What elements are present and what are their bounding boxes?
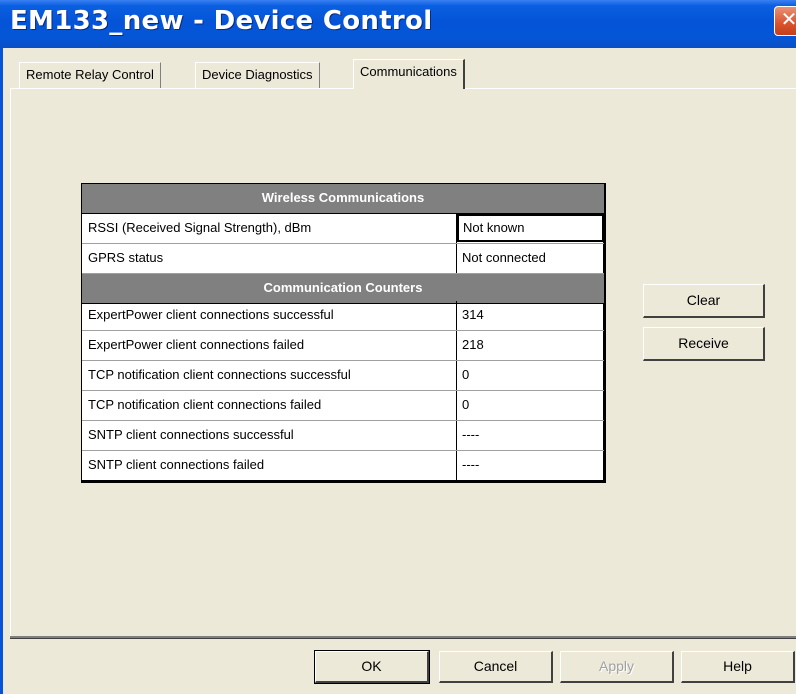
tab-label: Communications [360,64,457,79]
column-divider [456,361,457,390]
grid-row-counter: TCP notification client connections fail… [82,391,604,421]
column-divider [456,331,457,360]
apply-button-label: Apply [598,658,635,674]
ok-button-label: OK [361,658,382,674]
row-label: SNTP client connections successful [88,427,294,442]
grid-header-wireless: Wireless Communications [82,184,604,214]
counter-value-cell[interactable]: ---- [462,451,479,479]
row-label: TCP notification client connections succ… [88,367,351,382]
row-label: TCP notification client connections fail… [88,397,322,412]
counter-value-cell[interactable]: 218 [462,331,484,359]
apply-button[interactable]: Apply [560,651,674,683]
receive-button[interactable]: Receive [643,327,765,361]
clear-button-label: Clear [686,292,721,308]
cancel-button[interactable]: Cancel [439,651,553,683]
grid-row-counter: ExpertPower client connections failed 21… [82,331,604,361]
window-title: EM133_new - Device Control [10,6,433,36]
grid-row-counter: ExpertPower client connections successfu… [82,301,604,331]
title-bar[interactable]: EM133_new - Device Control ✕ [0,0,796,48]
column-divider [456,244,457,273]
row-label: SNTP client connections failed [88,457,265,472]
row-label: RSSI (Received Signal Strength), dBm [88,220,312,235]
counter-value-cell[interactable]: ---- [462,421,479,449]
communications-grid: Wireless Communications RSSI (Received S… [81,183,606,483]
row-label: ExpertPower client connections successfu… [88,307,334,322]
receive-button-label: Receive [678,335,729,351]
tab-remote-relay-control[interactable]: Remote Relay Control [19,62,161,88]
row-label: ExpertPower client connections failed [88,337,305,352]
counter-value-cell[interactable]: 0 [462,361,469,389]
tab-label: Remote Relay Control [26,67,154,82]
grid-row-counter: SNTP client connections failed ---- [82,451,604,481]
grid-row-counter: TCP notification client connections succ… [82,361,604,391]
column-divider [456,391,457,420]
tab-device-diagnostics[interactable]: Device Diagnostics [195,62,320,88]
rssi-value-cell[interactable]: Not known [457,214,604,242]
grid-row-gprs: GPRS status Not connected [82,244,604,274]
help-button-label: Help [723,658,752,674]
ok-button[interactable]: OK [314,650,430,684]
grid-row-counter: SNTP client connections successful ---- [82,421,604,451]
panel-bottom-edge [10,636,796,639]
grid-header-counters: Communication Counters [82,274,604,304]
gprs-value-cell[interactable]: Not connected [462,244,546,272]
counter-value-cell[interactable]: 0 [462,391,469,419]
row-label: GPRS status [88,250,164,265]
column-divider [456,301,457,330]
close-button[interactable]: ✕ [774,6,796,36]
help-button[interactable]: Help [681,651,795,683]
column-divider [456,421,457,450]
tab-label: Device Diagnostics [202,67,313,82]
tab-communications[interactable]: Communications [353,59,465,89]
counter-value-cell[interactable]: 314 [462,301,484,329]
cancel-button-label: Cancel [473,658,518,674]
grid-row-rssi: RSSI (Received Signal Strength), dBm Not… [82,214,604,244]
window-frame-left [0,48,3,694]
clear-button[interactable]: Clear [643,284,765,318]
close-icon: ✕ [780,9,796,31]
column-divider [456,451,457,481]
